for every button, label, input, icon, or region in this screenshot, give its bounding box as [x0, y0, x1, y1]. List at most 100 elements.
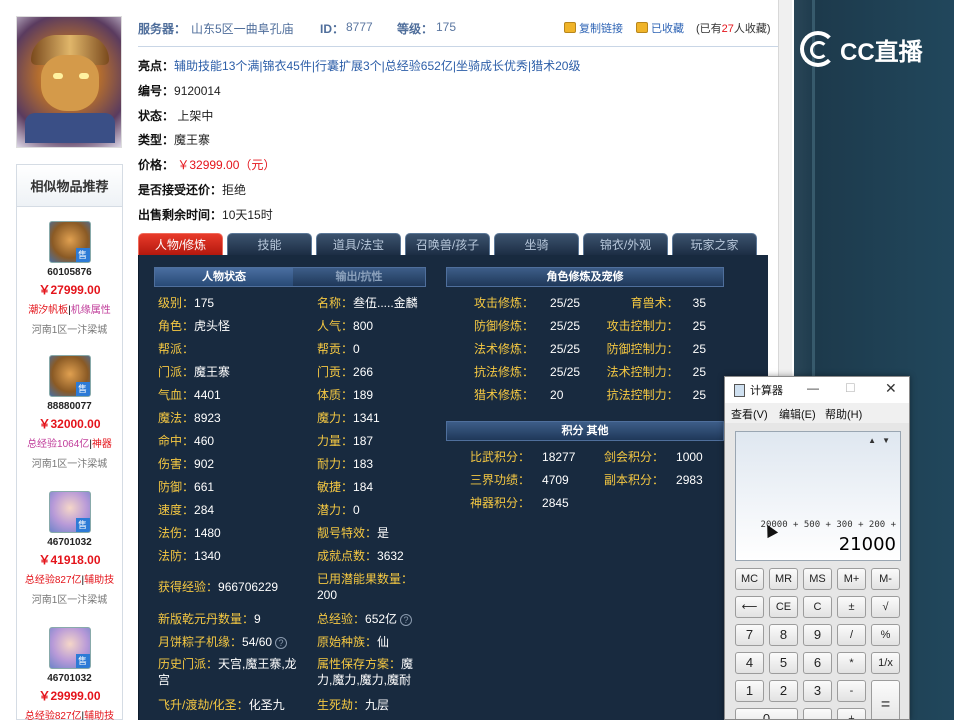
points-row: 三界功绩： 4709	[470, 473, 569, 487]
tab-output-resist[interactable]: 输出/抗性	[293, 268, 425, 286]
sell-badge: 售	[75, 248, 90, 262]
key-mplus[interactable]: M+	[837, 568, 866, 590]
item-thumbnail[interactable]: 售	[48, 221, 91, 263]
key-c[interactable]: C	[803, 596, 832, 618]
similar-item[interactable]: 售 60105876 ￥27999.00 潮汐帆板|机缘属性 河南1区一汴梁城	[17, 221, 122, 336]
menu-edit[interactable]: 编辑(E)	[779, 406, 816, 422]
server-value: 山东5区一曲阜孔庙	[191, 22, 294, 36]
item-id: 88880077	[47, 401, 92, 412]
key-5[interactable]: 5	[769, 652, 798, 674]
close-icon[interactable]: ✕	[885, 380, 897, 397]
key-1[interactable]: 1	[735, 680, 764, 702]
key-0[interactable]: 0	[735, 708, 798, 719]
key-add[interactable]: +	[837, 708, 866, 719]
key-equals[interactable]: =	[871, 680, 900, 719]
help-icon[interactable]: ?	[275, 637, 288, 649]
key-multiply[interactable]: *	[837, 652, 866, 674]
stat-history-sect: 历史门派：天宫,魔王寨,龙宫	[158, 657, 297, 687]
detail-remaining-time: 出售剩余时间：10天15时	[138, 208, 273, 222]
history-arrows-icon[interactable]: ▲▼	[868, 436, 896, 445]
stat-defense: 防御：661	[158, 480, 215, 494]
similar-items-title: 相似物品推荐	[17, 165, 122, 207]
cc-logo-icon	[800, 31, 836, 67]
stat-magic-defense: 法防：1340	[158, 549, 221, 563]
item-thumbnail[interactable]: 售	[48, 627, 91, 669]
stat-attr-save: 属性保存方案：魔力,魔力,魔力,魔耐	[317, 657, 414, 687]
key-negate[interactable]: ±	[837, 596, 866, 618]
key-percent[interactable]: %	[871, 624, 900, 646]
key-ce[interactable]: CE	[769, 596, 798, 618]
item-price: ￥32000.00	[38, 417, 101, 431]
key-7[interactable]: 7	[735, 624, 764, 646]
item-tags: 总经验827亿|辅助技	[24, 575, 115, 586]
key-subtract[interactable]: -	[837, 680, 866, 702]
tab-character[interactable]: 人物/修炼	[138, 233, 223, 255]
stat-magic-damage: 法伤：1480	[158, 526, 221, 540]
item-server: 河南1区一汴梁城	[31, 325, 108, 336]
item-thumbnail[interactable]: 售	[48, 355, 91, 397]
calculator-expression: 20000 + 500 + 300 + 200 +	[760, 520, 896, 530]
key-mr[interactable]: MR	[769, 568, 798, 590]
key-mminus[interactable]: M-	[871, 568, 900, 590]
key-reciprocal[interactable]: 1/x	[871, 652, 900, 674]
item-thumbnail[interactable]: 售	[48, 491, 91, 533]
similar-item[interactable]: 售 46701032 ￥41918.00 总经验827亿|辅助技 河南1区一汴梁…	[17, 491, 122, 606]
brand-logo: CC直播	[800, 28, 923, 70]
key-6[interactable]: 6	[803, 652, 832, 674]
copy-link-button[interactable]: 复制链接	[564, 20, 623, 36]
help-icon[interactable]: ?	[400, 614, 413, 626]
detail-status: 状态： 上架中	[138, 109, 214, 123]
similar-item[interactable]: 售 88880077 ￥32000.00 总经验1064亿|神器 河南1区一汴梁…	[17, 355, 122, 470]
key-backspace[interactable]: ⟵	[735, 596, 764, 618]
item-price: ￥27999.00	[38, 283, 101, 297]
stat-constitution: 体质：189	[317, 388, 374, 402]
detail-number: 编号：9120014	[138, 84, 221, 98]
stat-magic-power: 魔力：1341	[317, 411, 380, 425]
stat-achievements: 成就点数：3632	[317, 549, 404, 563]
id-value: 8777	[346, 20, 373, 34]
star-icon	[636, 22, 648, 33]
item-server: 河南1区一汴梁城	[31, 595, 108, 606]
points-row: 副本积分： 2983	[604, 473, 703, 487]
key-decimal[interactable]: .	[803, 708, 832, 719]
points-section-header: 积分 其他	[446, 421, 724, 441]
item-id: 46701032	[47, 673, 92, 684]
tab-home[interactable]: 玩家之家	[672, 233, 757, 255]
minimize-icon[interactable]: —	[807, 381, 819, 395]
tab-mounts[interactable]: 坐骑	[494, 233, 579, 255]
key-2[interactable]: 2	[769, 680, 798, 702]
points-row: 比武积分： 18277	[470, 450, 576, 464]
key-sqrt[interactable]: √	[871, 596, 900, 618]
points-row: 神器积分： 2845	[470, 496, 569, 510]
tab-outfits[interactable]: 锦衣/外观	[583, 233, 668, 255]
key-4[interactable]: 4	[735, 652, 764, 674]
calculator-titlebar[interactable]: 计算器 — ☐ ✕	[725, 377, 909, 403]
favorite-count: (已有27人收藏)	[696, 23, 771, 35]
similar-item[interactable]: 售 46701032 ￥29999.00 总经验827亿|辅助技	[17, 627, 122, 720]
stat-endurance: 耐力：183	[317, 457, 374, 471]
menu-view[interactable]: 查看(V)	[731, 406, 768, 422]
tab-skills[interactable]: 技能	[227, 233, 312, 255]
key-3[interactable]: 3	[803, 680, 832, 702]
tab-pets[interactable]: 召唤兽/孩子	[405, 233, 490, 255]
detail-type: 类型：魔王寨	[138, 133, 211, 147]
key-8[interactable]: 8	[769, 624, 798, 646]
character-section-header: 人物状态 输出/抗性	[154, 267, 426, 287]
stat-ascension: 飞升/渡劫/化圣：化圣九	[158, 698, 285, 712]
cultivation-row: 防御修炼： 25/25	[474, 319, 581, 333]
tab-items[interactable]: 道具/法宝	[316, 233, 401, 255]
stat-used-fruit: 已用潜能果数量：200	[317, 572, 414, 602]
key-mc[interactable]: MC	[735, 568, 764, 590]
key-ms[interactable]: MS	[803, 568, 832, 590]
stat-mp: 魔法：8923	[158, 411, 221, 425]
key-divide[interactable]: /	[837, 624, 866, 646]
menu-help[interactable]: 帮助(H)	[825, 406, 862, 422]
stat-new-pill: 新版乾元丹数量：9	[158, 612, 261, 626]
item-header: 服务器： 山东5区一曲阜孔庙 ID： 8777 等级： 175 复制链接 已收藏…	[138, 20, 778, 38]
stat-popularity: 人气：800	[317, 319, 374, 333]
key-9[interactable]: 9	[803, 624, 832, 646]
tab-character-status[interactable]: 人物状态	[155, 268, 293, 286]
detail-bargain: 是否接受还价：拒绝	[138, 183, 247, 197]
favorited-button[interactable]: 已收藏	[636, 20, 684, 36]
stat-vip-effect: 靓号特效：是	[317, 526, 390, 540]
